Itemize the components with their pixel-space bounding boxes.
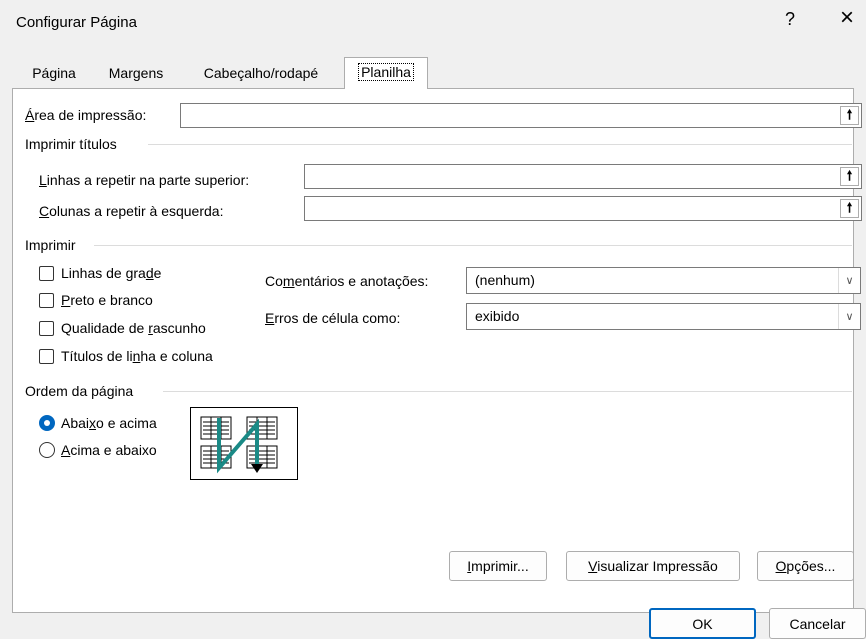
print-button[interactable]: Imprimir... [449, 551, 547, 581]
tab-label: Planilha [358, 63, 414, 81]
rows-to-repeat-label: Linhas a repetir na parte superior: [39, 172, 250, 188]
chevron-down-icon[interactable]: ∨ [838, 268, 860, 293]
cols-to-repeat-field[interactable]: 🠕 [304, 196, 862, 221]
checkbox-label: Qualidade de rascunho [61, 320, 206, 336]
gridlines-checkbox[interactable]: Linhas de grade [39, 265, 161, 281]
radio-label: Abaixo e acima [61, 415, 157, 431]
checkbox-label: Preto e branco [61, 292, 153, 308]
page-order-preview [190, 407, 298, 480]
radio-label: Acima e abaixo [61, 442, 157, 458]
ok-button[interactable]: OK [649, 608, 756, 639]
cancel-button[interactable]: Cancelar [769, 608, 866, 639]
checkbox-box[interactable] [39, 292, 54, 308]
print-heading: Imprimir [25, 237, 76, 253]
down-then-over-radio[interactable]: Abaixo e acima [39, 415, 157, 431]
checkbox-box[interactable] [39, 265, 54, 281]
collapse-dialog-icon[interactable]: 🠕 [840, 106, 859, 125]
tab-planilha[interactable]: Planilha [344, 57, 428, 89]
comments-label: Comentários e anotações: [265, 273, 429, 289]
cols-to-repeat-label: Colunas a repetir à esquerda: [39, 203, 224, 219]
button-label: Imprimir... [467, 558, 529, 574]
cell-errors-select[interactable]: exibido ∨ [466, 303, 861, 330]
select-value: exibido [475, 308, 520, 324]
options-button[interactable]: Opções... [757, 551, 854, 581]
button-label: Visualizar Impressão [588, 558, 718, 574]
button-label: Cancelar [789, 615, 846, 632]
black-and-white-checkbox[interactable]: Preto e branco [39, 292, 153, 308]
group-divider [163, 391, 852, 392]
select-value: (nenhum) [475, 272, 535, 288]
tab-label: Página [32, 65, 76, 81]
close-icon[interactable]: × [836, 6, 858, 30]
collapse-dialog-icon[interactable]: 🠕 [840, 199, 859, 218]
cell-errors-label: Erros de célula como: [265, 310, 401, 326]
group-divider [94, 245, 852, 246]
checkbox-box[interactable] [39, 348, 54, 364]
tab-pagina[interactable]: Página [23, 61, 85, 88]
radio-selected-icon[interactable] [39, 415, 55, 431]
page-order-diagram-icon [200, 416, 278, 474]
group-divider [148, 144, 852, 145]
tab-margens[interactable]: Margens [95, 61, 177, 88]
checkbox-label: Linhas de grade [61, 265, 162, 281]
button-label: Opções... [775, 558, 836, 574]
rows-to-repeat-field[interactable]: 🠕 [304, 164, 862, 189]
print-area-field[interactable]: 🠕 [180, 103, 862, 128]
help-icon[interactable]: ? [783, 9, 797, 30]
print-titles-heading: Imprimir títulos [25, 136, 117, 152]
button-label: OK [692, 615, 713, 632]
checkbox-label: Títulos de linha e coluna [61, 348, 213, 364]
radio-unselected-icon[interactable] [39, 442, 55, 458]
tab-label: Margens [108, 65, 164, 81]
tab-label: Cabeçalho/rodapé [203, 65, 319, 81]
row-col-headings-checkbox[interactable]: Títulos de linha e coluna [39, 348, 213, 364]
collapse-dialog-icon[interactable]: 🠕 [840, 167, 859, 186]
chevron-down-icon[interactable]: ∨ [838, 304, 860, 329]
over-then-down-radio[interactable]: Acima e abaixo [39, 442, 157, 458]
draft-quality-checkbox[interactable]: Qualidade de rascunho [39, 320, 206, 336]
page-order-heading: Ordem da página [25, 383, 134, 399]
comments-select[interactable]: (nenhum) ∨ [466, 267, 861, 294]
print-area-label: Área de impressão: [25, 107, 147, 123]
checkbox-box[interactable] [39, 320, 54, 336]
tab-cabecalho-rodape[interactable]: Cabeçalho/rodapé [186, 61, 336, 88]
dialog-title: Configurar Página [16, 14, 137, 31]
print-preview-button[interactable]: Visualizar Impressão [566, 551, 740, 581]
